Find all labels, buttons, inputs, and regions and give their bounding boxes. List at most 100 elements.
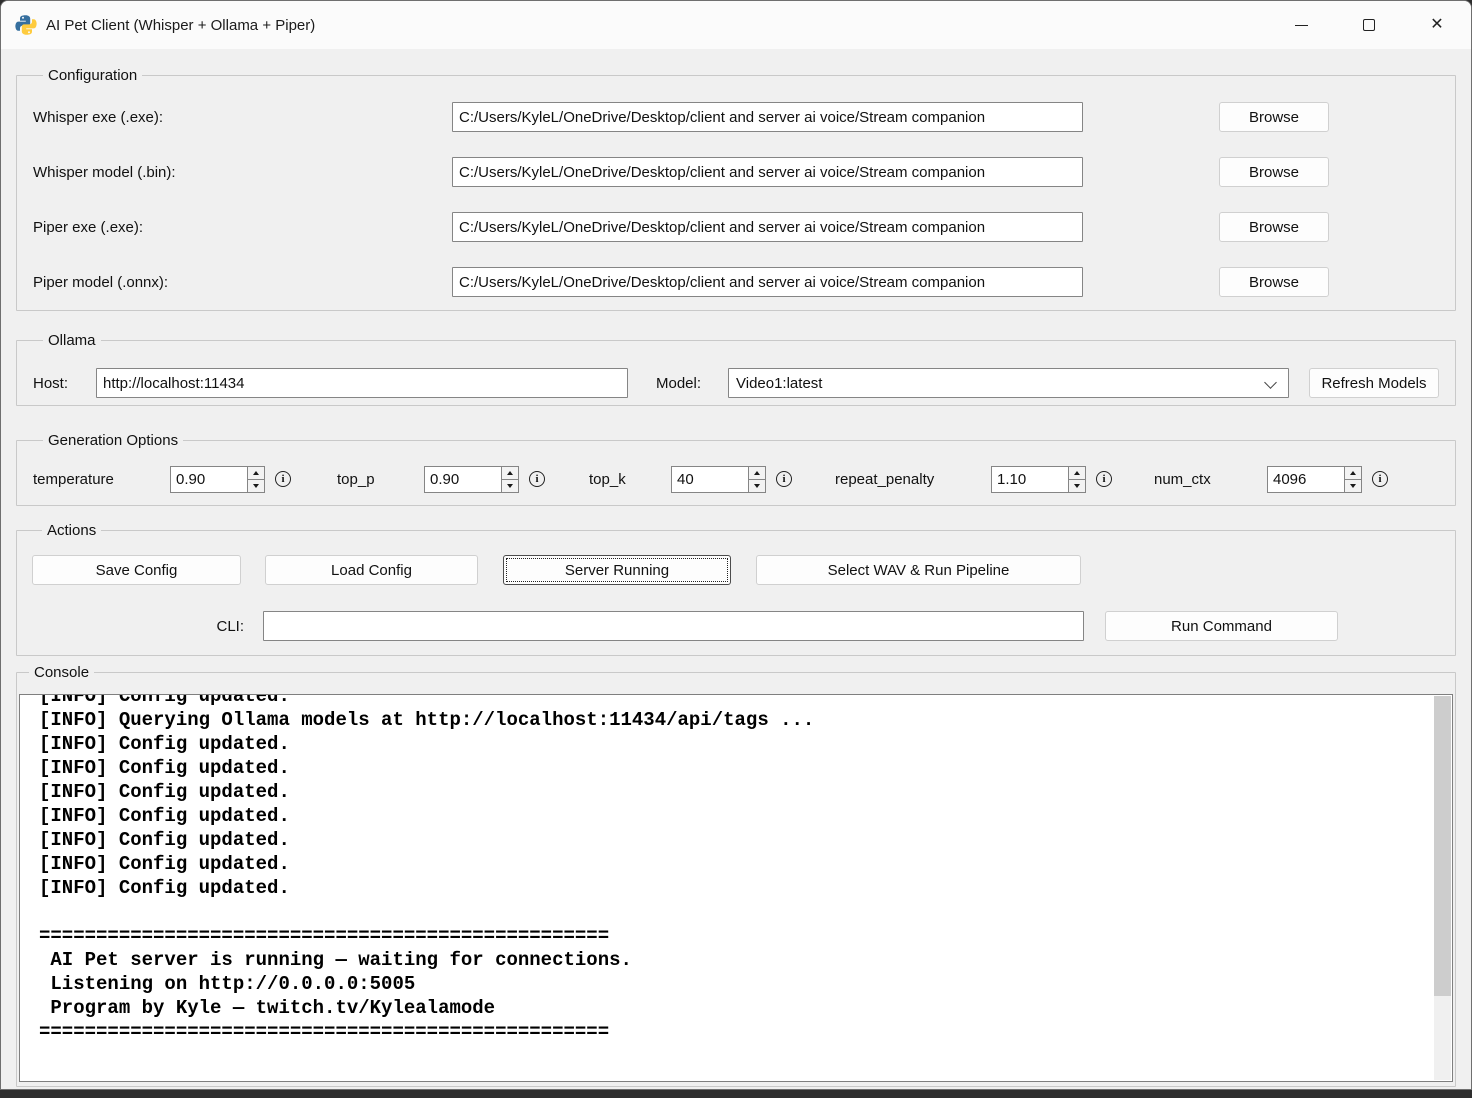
ollama-section: Ollama Host: Model: Video1:latest Refres… bbox=[16, 332, 1456, 406]
num-ctx-label: num_ctx bbox=[1154, 470, 1211, 488]
top-p-info-icon[interactable]: i bbox=[529, 471, 545, 487]
titlebar: AI Pet Client (Whisper + Ollama + Piper)… bbox=[1, 1, 1471, 49]
top-k-info-icon[interactable]: i bbox=[776, 471, 792, 487]
python-logo-icon bbox=[15, 15, 37, 35]
piper-model-path-input[interactable] bbox=[452, 267, 1083, 297]
piper-model-label: Piper model (.onnx): bbox=[33, 273, 169, 291]
piper-exe-label: Piper exe (.exe): bbox=[33, 218, 144, 236]
top-p-label: top_p bbox=[337, 470, 375, 488]
num-ctx-value: 4096 bbox=[1273, 470, 1307, 488]
top-p-spin-buttons bbox=[501, 466, 518, 492]
num-ctx-spin-buttons bbox=[1344, 466, 1361, 492]
actions-buttons-row: Save Config Load Config Server Running S… bbox=[32, 555, 1440, 585]
refresh-models-button[interactable]: Refresh Models bbox=[1309, 368, 1439, 398]
load-config-button[interactable]: Load Config bbox=[265, 555, 478, 585]
generation-options-legend: Generation Options bbox=[48, 432, 179, 449]
ollama-row: Host: Model: Video1:latest Refresh Model… bbox=[33, 368, 1439, 398]
console-text: [INFO] Config updated. [INFO] Querying O… bbox=[39, 694, 815, 1043]
spin-up-button[interactable] bbox=[1345, 466, 1361, 480]
model-selected-value: Video1:latest bbox=[736, 374, 823, 392]
spin-up-button[interactable] bbox=[749, 466, 765, 480]
piper-model-row: Piper model (.onnx): Browse bbox=[33, 267, 1439, 297]
model-label: Model: bbox=[656, 374, 702, 392]
spin-up-button[interactable] bbox=[1069, 466, 1085, 480]
save-config-button[interactable]: Save Config bbox=[32, 555, 241, 585]
spin-down-button[interactable] bbox=[749, 479, 765, 492]
whisper-exe-label: Whisper exe (.exe): bbox=[33, 108, 164, 126]
spin-down-button[interactable] bbox=[1345, 479, 1361, 492]
arrow-down-icon bbox=[507, 483, 513, 488]
repeat-penalty-spinbox[interactable]: 1.10 bbox=[991, 465, 1086, 493]
spin-down-button[interactable] bbox=[1069, 479, 1085, 492]
configuration-legend: Configuration bbox=[48, 67, 138, 84]
ollama-legend: Ollama bbox=[48, 332, 96, 349]
window-title: AI Pet Client (Whisper + Ollama + Piper) bbox=[46, 16, 316, 34]
cli-label: CLI: bbox=[216, 617, 244, 635]
console-legend: Console bbox=[34, 664, 90, 681]
whisper-model-path-input[interactable] bbox=[452, 157, 1083, 187]
actions-section: Actions Save Config Load Config Server R… bbox=[16, 522, 1456, 656]
repeat-penalty-label: repeat_penalty bbox=[835, 470, 935, 488]
piper-model-browse-button[interactable]: Browse bbox=[1219, 267, 1329, 297]
top-p-value: 0.90 bbox=[430, 470, 460, 488]
whisper-model-browse-button[interactable]: Browse bbox=[1219, 157, 1329, 187]
top-k-spinbox[interactable]: 40 bbox=[671, 465, 766, 493]
arrow-up-icon bbox=[1074, 470, 1080, 475]
app-window: AI Pet Client (Whisper + Ollama + Piper)… bbox=[0, 0, 1472, 1090]
temperature-value: 0.90 bbox=[176, 470, 206, 488]
temperature-spin-buttons bbox=[247, 466, 264, 492]
whisper-exe-path-input[interactable] bbox=[452, 102, 1083, 132]
model-combobox[interactable]: Video1:latest bbox=[728, 368, 1289, 398]
configuration-section: Configuration Whisper exe (.exe): Browse… bbox=[16, 67, 1456, 311]
host-label: Host: bbox=[33, 374, 69, 392]
run-command-button[interactable]: Run Command bbox=[1105, 611, 1338, 641]
close-icon: ✕ bbox=[1430, 16, 1444, 33]
host-input[interactable] bbox=[96, 368, 628, 398]
generation-options-section: Generation Options temperature 0.90 i to… bbox=[16, 432, 1456, 506]
console-scrollbar-thumb[interactable] bbox=[1434, 696, 1451, 996]
console-section: Console [INFO] Config updated. [INFO] Qu… bbox=[16, 664, 1456, 1087]
console-scrollbar[interactable] bbox=[1434, 696, 1451, 1080]
piper-exe-row: Piper exe (.exe): Browse bbox=[33, 212, 1439, 242]
repeat-penalty-info-icon[interactable]: i bbox=[1096, 471, 1112, 487]
minimize-icon bbox=[1294, 24, 1308, 26]
chevron-down-icon bbox=[1264, 376, 1277, 389]
temperature-spinbox[interactable]: 0.90 bbox=[170, 465, 265, 493]
console-output-area[interactable]: [INFO] Config updated. [INFO] Querying O… bbox=[19, 694, 1453, 1082]
generation-row: temperature 0.90 i top_p 0.90 i top_k 40… bbox=[33, 464, 1439, 494]
repeat-penalty-spin-buttons bbox=[1068, 466, 1085, 492]
num-ctx-spinbox[interactable]: 4096 bbox=[1267, 465, 1362, 493]
num-ctx-info-icon[interactable]: i bbox=[1372, 471, 1388, 487]
temperature-label: temperature bbox=[33, 470, 114, 488]
whisper-exe-row: Whisper exe (.exe): Browse bbox=[33, 102, 1439, 132]
top-p-spinbox[interactable]: 0.90 bbox=[424, 465, 519, 493]
maximize-button[interactable] bbox=[1335, 1, 1403, 49]
minimize-button[interactable] bbox=[1267, 1, 1335, 49]
select-wav-run-pipeline-button[interactable]: Select WAV & Run Pipeline bbox=[756, 555, 1081, 585]
cli-row: CLI: Run Command bbox=[32, 611, 1440, 641]
window-controls: ✕ bbox=[1267, 1, 1471, 49]
arrow-up-icon bbox=[754, 470, 760, 475]
spin-down-button[interactable] bbox=[248, 479, 264, 492]
cli-input[interactable] bbox=[263, 611, 1084, 641]
arrow-down-icon bbox=[1074, 483, 1080, 488]
server-running-button[interactable]: Server Running bbox=[503, 555, 731, 585]
top-k-spin-buttons bbox=[748, 466, 765, 492]
arrow-up-icon bbox=[507, 470, 513, 475]
top-k-value: 40 bbox=[677, 470, 694, 488]
actions-legend: Actions bbox=[47, 522, 97, 539]
temperature-info-icon[interactable]: i bbox=[275, 471, 291, 487]
top-k-label: top_k bbox=[589, 470, 626, 488]
spin-down-button[interactable] bbox=[502, 479, 518, 492]
whisper-exe-browse-button[interactable]: Browse bbox=[1219, 102, 1329, 132]
piper-exe-path-input[interactable] bbox=[452, 212, 1083, 242]
spin-up-button[interactable] bbox=[502, 466, 518, 480]
maximize-icon bbox=[1363, 19, 1375, 31]
repeat-penalty-value: 1.10 bbox=[997, 470, 1027, 488]
whisper-model-label: Whisper model (.bin): bbox=[33, 163, 176, 181]
close-button[interactable]: ✕ bbox=[1403, 1, 1471, 49]
spin-up-button[interactable] bbox=[248, 466, 264, 480]
piper-exe-browse-button[interactable]: Browse bbox=[1219, 212, 1329, 242]
arrow-down-icon bbox=[253, 483, 259, 488]
arrow-up-icon bbox=[1350, 470, 1356, 475]
